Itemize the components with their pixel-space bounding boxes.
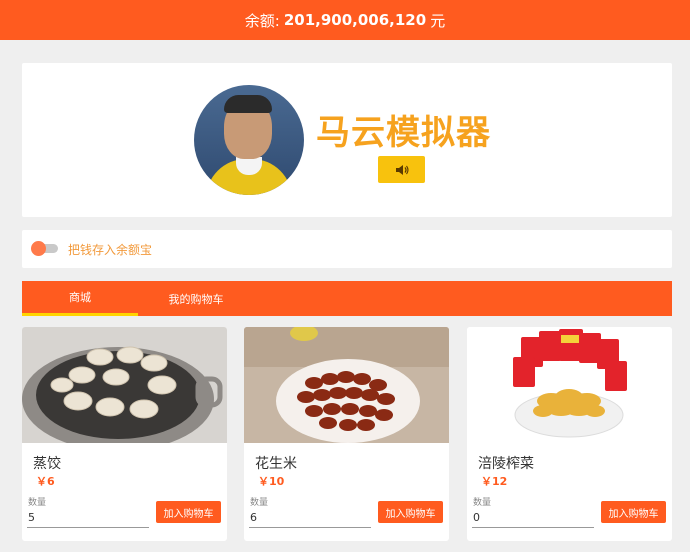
quantity-label: 数量: [28, 498, 47, 508]
savings-toggle-row: 把钱存入余额宝: [22, 230, 672, 268]
product-price: ￥6: [36, 475, 55, 488]
product-card-dumplings: 蒸饺 ￥6 数量 加入购物车: [22, 327, 227, 541]
sound-button[interactable]: [378, 156, 425, 183]
product-name: 蒸饺: [33, 456, 61, 472]
add-to-cart-button[interactable]: 加入购物车: [378, 501, 443, 523]
app-title: 马云模拟器: [316, 113, 491, 153]
tab-bar: 商城 我的购物车: [22, 281, 672, 316]
tab-cart[interactable]: 我的购物车: [138, 281, 254, 316]
tab-mall[interactable]: 商城: [22, 281, 138, 316]
quantity-input[interactable]: [249, 508, 371, 528]
balance-currency: 元: [430, 11, 446, 30]
product-card-peanuts: 花生米 ￥10 数量 加入购物车: [244, 327, 449, 541]
speaker-icon: [395, 164, 409, 175]
hero-card: 马云模拟器: [22, 63, 672, 217]
avatar: [194, 85, 304, 195]
quantity-label: 数量: [250, 498, 269, 508]
balance-amount: 201,900,006,120: [283, 11, 427, 29]
product-name: 花生米: [255, 456, 297, 472]
add-to-cart-button[interactable]: 加入购物车: [156, 501, 221, 523]
savings-toggle-knob[interactable]: [31, 241, 46, 256]
quantity-label: 数量: [473, 498, 492, 508]
product-image-dumplings: [22, 327, 227, 443]
balance-label: 余额:: [244, 11, 280, 30]
balance-header: 余额: 201,900,006,120 元: [0, 0, 690, 40]
quantity-input[interactable]: [472, 508, 594, 528]
product-card-zhacai: 涪陵榨菜 ￥12 数量 加入购物车: [467, 327, 672, 541]
add-to-cart-button[interactable]: 加入购物车: [601, 501, 666, 523]
product-name: 涪陵榨菜: [478, 456, 534, 472]
savings-toggle-label: 把钱存入余额宝: [68, 243, 153, 257]
quantity-input[interactable]: [27, 508, 149, 528]
product-image-zhacai: [467, 327, 672, 443]
product-image-peanuts: [244, 327, 449, 443]
product-price: ￥10: [258, 475, 285, 488]
product-price: ￥12: [481, 475, 508, 488]
